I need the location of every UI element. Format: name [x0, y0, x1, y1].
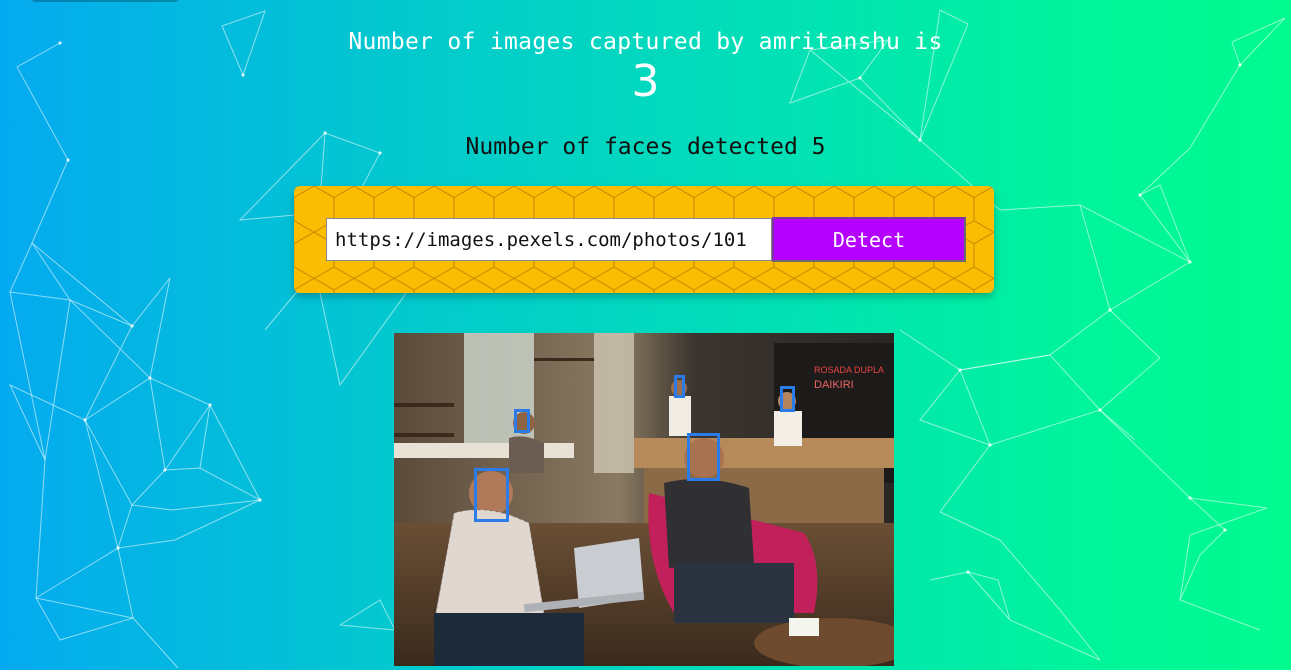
- top-tab-stub: [30, 0, 180, 2]
- image-url-input[interactable]: [326, 218, 772, 261]
- svg-text:DAIKIRI: DAIKIRI: [814, 379, 854, 391]
- result-photo: ROSADA DUPLA DAIKIRI: [394, 333, 894, 666]
- face-box: [780, 386, 795, 412]
- cafe-scene-image: ROSADA DUPLA DAIKIRI: [394, 333, 894, 666]
- images-captured-text: Number of images captured by amritanshu …: [348, 29, 943, 55]
- face-box: [474, 468, 509, 522]
- faces-detected-text: Number of faces detected 5: [465, 134, 826, 160]
- face-box: [514, 409, 530, 433]
- face-box: [674, 375, 685, 398]
- detect-form-panel: Detect: [294, 186, 994, 293]
- svg-text:ROSADA DUPLA: ROSADA DUPLA: [814, 365, 884, 375]
- images-captured-count: 3: [631, 56, 660, 107]
- detect-button[interactable]: Detect: [772, 217, 966, 262]
- face-box: [687, 433, 720, 481]
